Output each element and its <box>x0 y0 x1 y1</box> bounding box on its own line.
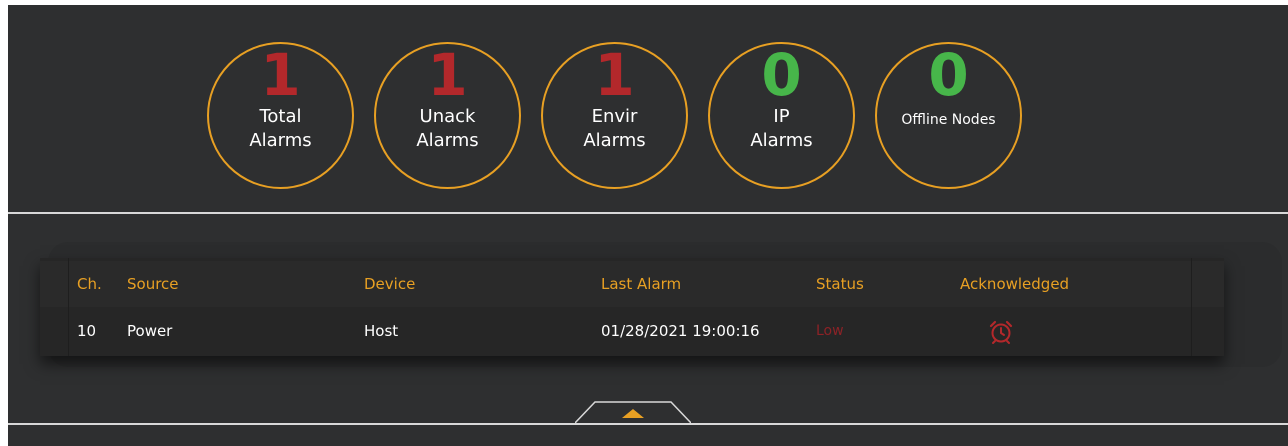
cell-ch: 10 <box>77 322 97 340</box>
bottom-divider <box>8 423 1288 425</box>
unack-alarms-label: Unack Alarms <box>416 105 478 153</box>
cell-last-alarm: 01/28/2021 19:00:16 <box>601 322 760 340</box>
table-header-row: Ch. Source Device Last Alarm Status Ackn… <box>40 261 1224 307</box>
alarm-dashboard-panel: 1 Total Alarms 1 Unack Alarms 1 Envir Al… <box>8 5 1288 446</box>
alarm-clock-icon[interactable] <box>988 319 1014 349</box>
column-separator <box>68 258 69 356</box>
offline-nodes-label: Offline Nodes <box>901 112 996 128</box>
envir-alarms-value: 1 <box>594 41 635 109</box>
header-acknowledged[interactable]: Acknowledged <box>960 261 1069 307</box>
cell-source: Power <box>127 322 173 340</box>
envir-alarms-label-line2: Alarms <box>583 130 646 151</box>
alarm-counters: 1 Total Alarms 1 Unack Alarms 1 Envir Al… <box>207 42 1022 192</box>
cell-device: Host <box>364 322 399 340</box>
alarm-table: Ch. Source Device Last Alarm Status Ackn… <box>40 258 1224 356</box>
envir-alarms-counter[interactable]: 1 Envir Alarms <box>541 42 688 189</box>
ip-alarms-label-line2: Alarms <box>750 130 813 151</box>
ip-alarms-label: IP Alarms <box>750 105 812 153</box>
ip-alarms-value: 0 <box>761 41 802 109</box>
total-alarms-label-line2: Alarms <box>249 130 312 151</box>
unack-alarms-value: 1 <box>427 41 468 109</box>
total-alarms-label: Total Alarms <box>249 105 311 153</box>
ip-alarms-label-line1: IP <box>773 106 790 127</box>
envir-alarms-label: Envir Alarms <box>583 105 645 153</box>
header-device[interactable]: Device <box>364 261 415 307</box>
ip-alarms-counter[interactable]: 0 IP Alarms <box>708 42 855 189</box>
cell-status: Low <box>816 323 844 339</box>
column-separator <box>1191 258 1192 356</box>
header-ch[interactable]: Ch. <box>77 261 102 307</box>
top-divider <box>8 212 1288 214</box>
total-alarms-value: 1 <box>260 41 301 109</box>
unack-alarms-label-line2: Alarms <box>416 130 479 151</box>
total-alarms-label-line1: Total <box>259 106 302 127</box>
unack-alarms-counter[interactable]: 1 Unack Alarms <box>374 42 521 189</box>
unack-alarms-label-line1: Unack <box>419 106 476 127</box>
header-source[interactable]: Source <box>127 261 179 307</box>
header-status[interactable]: Status <box>816 261 864 307</box>
table-row[interactable]: 10 Power Host 01/28/2021 19:00:16 Low <box>40 308 1224 354</box>
envir-alarms-label-line1: Envir <box>591 106 638 127</box>
header-last-alarm[interactable]: Last Alarm <box>601 261 681 307</box>
offline-nodes-value: 0 <box>928 41 969 109</box>
offline-nodes-counter[interactable]: 0 Offline Nodes <box>875 42 1022 189</box>
total-alarms-counter[interactable]: 1 Total Alarms <box>207 42 354 189</box>
